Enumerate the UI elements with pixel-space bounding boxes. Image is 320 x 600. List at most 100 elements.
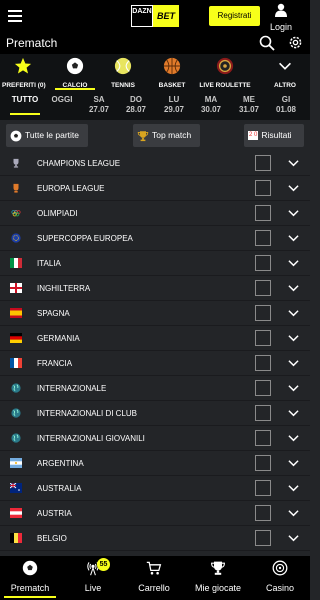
france-flag-icon (10, 358, 22, 368)
nav-prematch[interactable]: Prematch (4, 560, 56, 598)
all-matches-button[interactable]: Tutte le partite (6, 124, 88, 147)
date-tab-ma[interactable]: MA 30.07 (198, 95, 224, 115)
page-title: Prematch (6, 36, 58, 50)
date-tab-day: TUTTO (11, 95, 39, 104)
league-row-spagna[interactable]: SPAGNA (0, 301, 310, 326)
roulette-icon (272, 560, 288, 576)
league-checkbox[interactable] (255, 180, 271, 196)
date-tab-oggi[interactable]: OGGI (50, 95, 74, 105)
nav-mie-giocate[interactable]: Mie giocate (188, 560, 248, 593)
league-row-internazionali-di-club[interactable]: INTERNAZIONALI DI CLUB (0, 401, 310, 426)
league-checkbox[interactable] (255, 155, 271, 171)
nav-label: Live (84, 583, 102, 593)
league-row-europa-league[interactable]: EUROPA LEAGUE (0, 176, 310, 201)
chevron-down-icon[interactable] (288, 434, 299, 442)
dazn-bet-logo[interactable]: DAZN BET (131, 5, 179, 27)
chevron-down-icon[interactable] (288, 159, 299, 167)
chevron-down-icon (279, 62, 291, 70)
date-tab-me[interactable]: ME 31.07 (236, 95, 262, 115)
sport-tab-tennis[interactable]: TENNIS (104, 57, 142, 89)
league-name: ITALIA (37, 259, 61, 268)
chevron-down-icon[interactable] (288, 209, 299, 217)
date-tab-gi[interactable]: GI 01.08 (273, 95, 299, 115)
league-row-germania[interactable]: GERMANIA (0, 326, 310, 351)
league-checkbox[interactable] (255, 255, 271, 271)
results-score-icon: 2 0 (248, 131, 259, 141)
date-tab-lu[interactable]: LU 29.07 (161, 95, 187, 115)
gear-icon[interactable] (288, 35, 303, 50)
league-checkbox[interactable] (255, 355, 271, 371)
sport-tab-live-roulette[interactable]: LIVE ROULETTE (199, 57, 251, 89)
date-tab-date: 31.07 (238, 105, 260, 114)
date-tab-tutto[interactable]: TUTTO (10, 95, 40, 115)
chevron-down-icon[interactable] (288, 309, 299, 317)
league-row-olimpiadi[interactable]: OLIMPIADI (0, 201, 310, 226)
chevron-down-icon[interactable] (288, 259, 299, 267)
chevron-down-icon[interactable] (288, 359, 299, 367)
league-row-supercoppa-europea[interactable]: SUPERCOPPA EUROPEA (0, 226, 310, 251)
nav-label: Casino (265, 583, 294, 593)
league-checkbox[interactable] (255, 530, 271, 546)
results-button[interactable]: 2 0 Risultati (244, 124, 304, 147)
register-button[interactable]: Registrati (209, 6, 260, 26)
live-count-badge: 55 (97, 558, 110, 571)
league-row-inghilterra[interactable]: INGHILTERRA (0, 276, 310, 301)
date-tab-day: MA (204, 95, 218, 104)
league-row-francia[interactable]: FRANCIA (0, 351, 310, 376)
league-checkbox[interactable] (255, 280, 271, 296)
chevron-down-icon[interactable] (288, 184, 299, 192)
league-row-australia[interactable]: AUSTRALIA (0, 476, 310, 501)
date-tab-sa[interactable]: SA 27.07 (86, 95, 112, 115)
hamburger-menu-icon[interactable] (8, 10, 22, 22)
nav-carrello[interactable]: Carrello (128, 560, 180, 593)
nav-label: Prematch (10, 583, 50, 593)
sport-tab-label: ALTRO (274, 82, 296, 89)
league-checkbox[interactable] (255, 455, 271, 471)
league-checkbox[interactable] (255, 430, 271, 446)
chevron-down-icon[interactable] (288, 509, 299, 517)
date-tab-date: 29.07 (163, 105, 185, 114)
search-icon[interactable] (259, 35, 275, 51)
sport-tab-label: TENNIS (111, 82, 135, 89)
league-checkbox[interactable] (255, 205, 271, 221)
chevron-down-icon[interactable] (288, 384, 299, 392)
league-row-argentina[interactable]: ARGENTINA (0, 451, 310, 476)
date-tab-day: DO (130, 95, 142, 104)
league-row-austria[interactable]: AUSTRIA (0, 501, 310, 526)
nav-label: Mie giocate (194, 583, 242, 593)
league-row-internazionale[interactable]: INTERNAZIONALE (0, 376, 310, 401)
sport-tab-label: CALCIO (62, 82, 88, 89)
chevron-down-icon[interactable] (288, 484, 299, 492)
top-match-button[interactable]: Top match (133, 124, 200, 147)
league-checkbox[interactable] (255, 405, 271, 421)
league-name: INTERNAZIONALI GIOVANILI (37, 434, 145, 443)
sport-tab-calcio[interactable]: CALCIO (55, 57, 95, 90)
league-row-belgio[interactable]: BELGIO (0, 526, 310, 551)
chevron-down-icon[interactable] (288, 284, 299, 292)
league-checkbox[interactable] (255, 380, 271, 396)
league-checkbox[interactable] (255, 505, 271, 521)
nav-live[interactable]: 55 Live (67, 558, 119, 593)
chevron-down-icon[interactable] (288, 409, 299, 417)
date-tab-do[interactable]: DO 28.07 (123, 95, 149, 115)
nav-casino[interactable]: Casino (254, 560, 306, 593)
chevron-down-icon[interactable] (288, 234, 299, 242)
league-checkbox[interactable] (255, 230, 271, 246)
league-row-internazionali-giovanili[interactable]: INTERNAZIONALI GIOVANILI (0, 426, 310, 451)
league-row-champions-league[interactable]: CHAMPIONS LEAGUE (0, 151, 310, 176)
trophy-icon (211, 561, 225, 575)
chevron-down-icon[interactable] (288, 459, 299, 467)
league-checkbox[interactable] (255, 305, 271, 321)
chevron-down-icon[interactable] (288, 334, 299, 342)
sport-tab-basket[interactable]: BASKET (152, 57, 192, 89)
chevron-down-icon[interactable] (288, 534, 299, 542)
date-tab-day: GI (281, 95, 291, 104)
date-tabs: TUTTO OGGI SA 27.07 DO 28.07 LU 29.07 MA 30.… (0, 90, 310, 120)
sport-tab-altro[interactable]: ALTRO (272, 57, 298, 89)
league-row-italia[interactable]: ITALIA (0, 251, 310, 276)
league-checkbox[interactable] (255, 480, 271, 496)
login-button[interactable]: Login (266, 3, 296, 32)
logo-dazn: DAZN (131, 5, 153, 27)
league-checkbox[interactable] (255, 330, 271, 346)
sport-tab-preferiti[interactable]: PREFERITI (0) (2, 57, 46, 89)
